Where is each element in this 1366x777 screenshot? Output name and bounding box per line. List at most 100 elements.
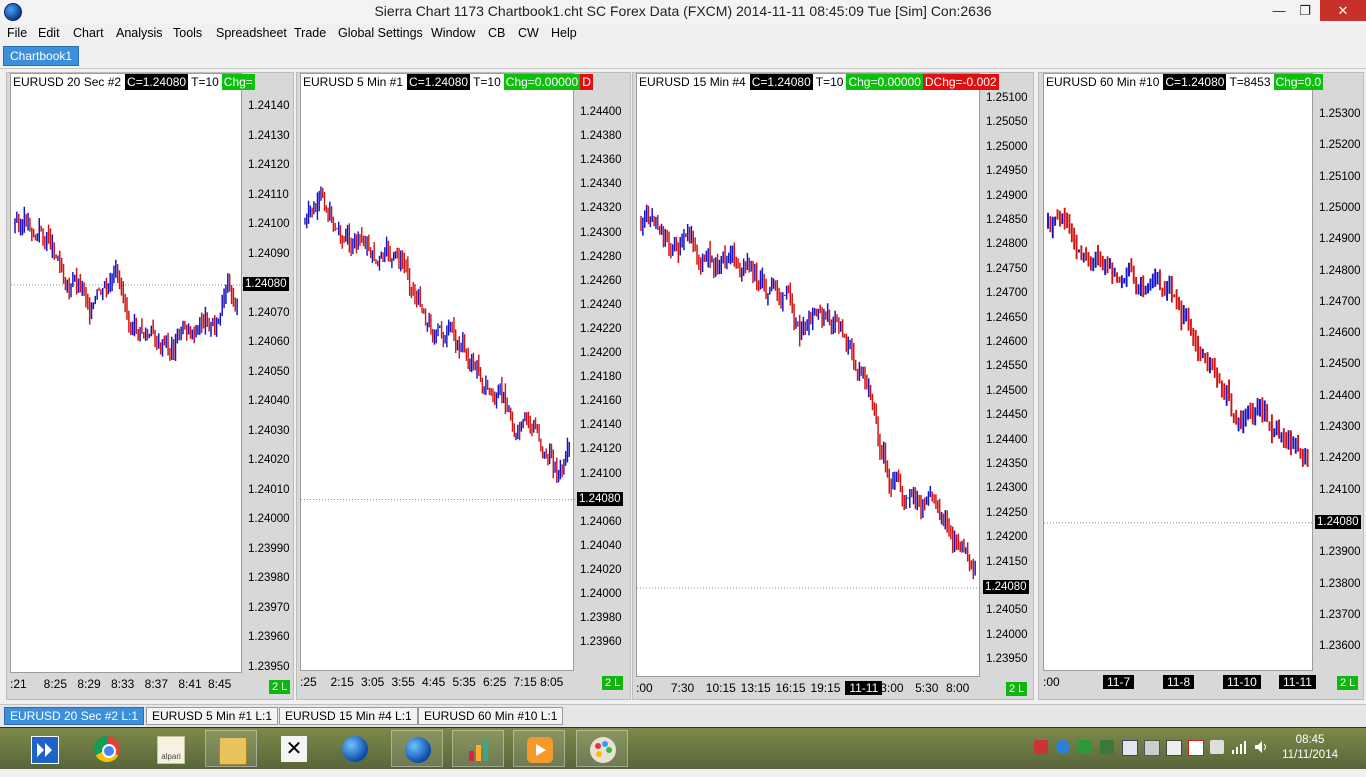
menu-cb[interactable]: CB xyxy=(488,26,505,40)
price-tick-label: 1.23960 xyxy=(580,636,622,649)
chart-tab-15min[interactable]: EURUSD 15 Min #4 L:1 xyxy=(279,707,418,725)
price-plot-area[interactable]: EURUSD 60 Min #10 C=1.24080 T=8453 Chg=0.0 xyxy=(1043,73,1324,671)
taskbar-chrome[interactable] xyxy=(81,730,133,767)
price-plot-area[interactable]: EURUSD 5 Min #1 C=1.24080 T=10 Chg=0.00000 D xyxy=(300,73,593,671)
menu-global-settings[interactable]: Global Settings xyxy=(338,26,423,40)
scale-badge[interactable]: 2 L xyxy=(269,680,291,694)
price-tick-label: 1.24300 xyxy=(580,226,622,239)
price-tick-label: 1.24400 xyxy=(986,433,1028,446)
tray-flag-icon[interactable] xyxy=(1034,740,1048,754)
price-tick-label: 1.24040 xyxy=(580,539,622,552)
price-tick-label: 1.24380 xyxy=(580,130,622,143)
tray-monitor-icon[interactable] xyxy=(1122,740,1138,756)
price-tick-label: 1.24140 xyxy=(248,100,290,112)
tray-green-icon[interactable] xyxy=(1100,740,1114,754)
globe-icon xyxy=(342,736,368,762)
chart-header: EURUSD 60 Min #10 C=1.24080 T=8453 Chg=0.0 xyxy=(1046,74,1324,90)
time-tick-label: :00 xyxy=(636,681,653,695)
alpari-icon: alpari xyxy=(157,736,185,764)
chart-tab-5min[interactable]: EURUSD 5 Min #1 L:1 xyxy=(146,707,279,725)
taskbar-media-player[interactable] xyxy=(513,730,565,767)
chartbook-tab[interactable]: Chartbook1 xyxy=(3,46,80,66)
file-explorer-icon xyxy=(219,737,247,765)
tray-network-error-icon[interactable] xyxy=(1188,740,1204,756)
scale-badge[interactable]: 2 L xyxy=(1006,682,1028,696)
time-axis[interactable]: :00 11-7 11-8 11-10 11-11 xyxy=(1043,675,1316,691)
menu-cw[interactable]: CW xyxy=(518,26,539,40)
menu-analysis[interactable]: Analysis xyxy=(116,26,163,40)
time-tick-label: 8:05 xyxy=(540,675,564,689)
tray-sync-icon[interactable] xyxy=(1056,740,1070,754)
taskbar-globe-1[interactable] xyxy=(329,730,381,767)
scale-badge[interactable]: 2 L xyxy=(1337,676,1359,690)
price-axis[interactable]: 1.24400 1.24380 1.24360 1.24340 1.24320 1.243… xyxy=(574,73,629,671)
taskbar-xtrade[interactable]: ✕ xyxy=(268,730,320,767)
tray-volume-icon[interactable] xyxy=(1254,740,1268,754)
time-tick-label: 11-10 xyxy=(1223,675,1261,689)
time-tick-label: 2:15 xyxy=(330,675,354,689)
time-tick-label: 7:15 xyxy=(513,675,537,689)
scale-badge[interactable]: 2 L xyxy=(602,676,624,690)
price-tick-label: 1.24250 xyxy=(986,506,1028,519)
price-tick-label: 1.24000 xyxy=(248,513,290,525)
price-bars xyxy=(1044,207,1314,524)
taskbar-chart-app[interactable] xyxy=(452,730,504,767)
price-tick-label: 1.24360 xyxy=(580,154,622,167)
tray-h-icon[interactable] xyxy=(1078,740,1092,754)
chart-window-5min[interactable]: EURUSD 5 Min #1 C=1.24080 T=10 Chg=0.00000 D… xyxy=(296,72,631,700)
price-tick-label: 1.24500 xyxy=(986,384,1028,397)
time-axis[interactable]: :21 8:25 8:29 8:33 8:37 8:41 8:45 xyxy=(10,677,242,693)
globe-icon xyxy=(405,737,431,763)
price-tick-label: 1.24220 xyxy=(580,322,622,335)
menu-trade[interactable]: Trade xyxy=(294,26,326,40)
close-button[interactable]: ✕ xyxy=(1320,0,1366,21)
taskbar-sierra-chart[interactable] xyxy=(18,730,70,767)
menu-chart[interactable]: Chart xyxy=(73,26,104,40)
time-axis[interactable]: :25 2:15 3:05 3:55 4:45 5:35 6:25 7:15 8:05 xyxy=(300,675,574,691)
menu-spreadsheet[interactable]: Spreadsheet xyxy=(216,26,287,40)
time-tick-label: 8:25 xyxy=(43,677,68,691)
tray-signal-icon[interactable] xyxy=(1232,740,1246,754)
chart-window-15min[interactable]: EURUSD 15 Min #4 C=1.24080 T=10 Chg=0.00000… xyxy=(632,72,1034,700)
menu-help[interactable]: Help xyxy=(551,26,577,40)
price-tick-label: 1.24450 xyxy=(986,409,1028,422)
taskbar-globe-2[interactable] xyxy=(391,730,443,767)
tray-device-icon[interactable] xyxy=(1144,740,1160,756)
price-tick-label: 1.24280 xyxy=(580,250,622,263)
price-tick-label: 1.24040 xyxy=(248,395,290,407)
chart-window-20sec[interactable]: EURUSD 20 Sec #2 C=1.24080 T=10 Chg= 1.2414… xyxy=(6,72,294,700)
taskbar-paint[interactable] xyxy=(576,730,628,767)
price-tick-label: 1.23800 xyxy=(1319,577,1361,590)
chart-tab-60min[interactable]: EURUSD 60 Min #10 L:1 xyxy=(418,707,564,725)
maximize-button[interactable]: ❐ xyxy=(1288,0,1322,22)
title-bar: Sierra Chart 1173 Chartbook1.cht SC Fore… xyxy=(0,0,1366,25)
menu-window[interactable]: Window xyxy=(431,26,475,40)
chart-tab-20sec[interactable]: EURUSD 20 Sec #2 L:1 xyxy=(4,707,145,725)
price-bars xyxy=(11,206,243,361)
time-axis[interactable]: :00 7:30 10:15 13:15 16:15 19:15 11-11 3:00 5:30… xyxy=(636,681,980,697)
tray-usb-icon[interactable] xyxy=(1210,740,1224,754)
menu-file[interactable]: File xyxy=(7,26,27,40)
close-value: C=1.24080 xyxy=(1163,74,1227,90)
price-plot-area[interactable]: EURUSD 20 Sec #2 C=1.24080 T=10 Chg= xyxy=(10,73,255,673)
price-tick-label: 1.24100 xyxy=(580,467,622,480)
menu-edit[interactable]: Edit xyxy=(38,26,60,40)
taskbar-alpari[interactable]: alpari xyxy=(144,730,196,767)
price-tick-label: 1.24070 xyxy=(248,306,290,319)
chart-symbol-label: EURUSD 15 Min #4 xyxy=(639,75,746,89)
menu-tools[interactable]: Tools xyxy=(173,26,202,40)
price-tick-label: 1.24010 xyxy=(248,483,290,496)
tick-value: T=10 xyxy=(815,75,844,89)
menu-bar: File Edit Chart Analysis Tools Spreadshe… xyxy=(0,24,1366,44)
taskbar-clock[interactable]: 08:45 11/11/2014 xyxy=(1282,733,1338,763)
price-axis[interactable]: 1.24140 1.24130 1.24120 1.24110 1.24100 1.240… xyxy=(242,73,292,673)
taskbar-file-explorer[interactable] xyxy=(205,730,257,767)
price-axis[interactable]: 1.25300 1.25200 1.25100 1.25000 1.24900 1.248… xyxy=(1313,73,1363,671)
price-plot-area[interactable]: EURUSD 15 Min #4 C=1.24080 T=10 Chg=0.00000… xyxy=(636,73,999,677)
tick-value: T=8453 xyxy=(1229,75,1271,89)
chart-window-60min[interactable]: EURUSD 60 Min #10 C=1.24080 T=8453 Chg=0.0 … xyxy=(1038,72,1364,700)
price-tick-label: 1.25050 xyxy=(986,116,1028,129)
tray-phone-icon[interactable] xyxy=(1166,740,1182,756)
price-tick-label: 1.24300 xyxy=(986,482,1028,495)
time-tick-label: 8:33 xyxy=(111,677,135,691)
